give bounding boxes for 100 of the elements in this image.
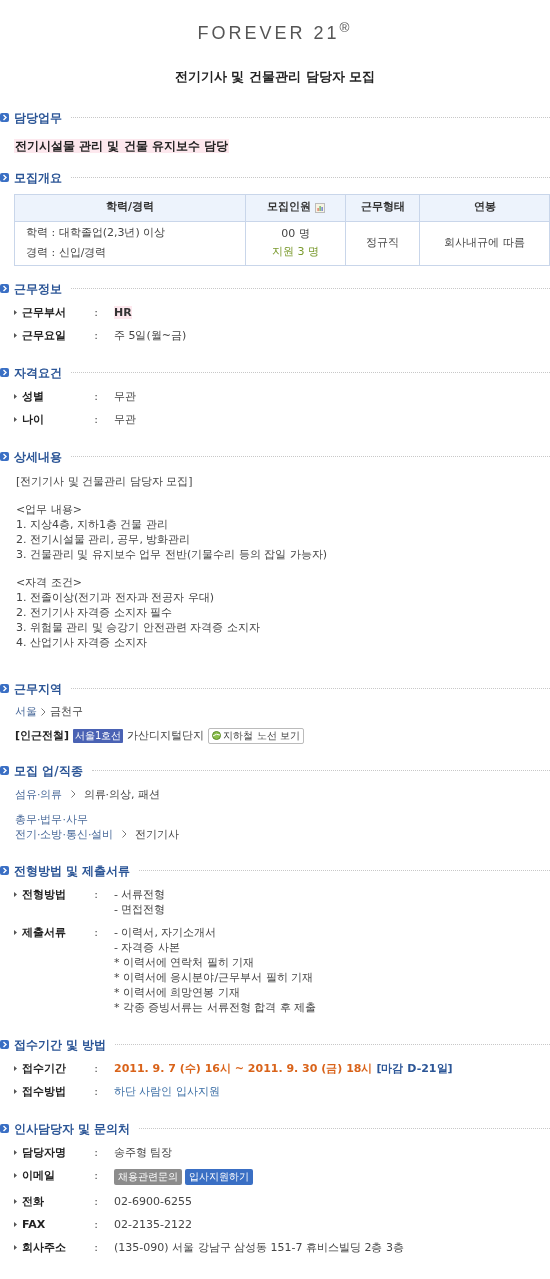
bullet-arrow-icon <box>14 1149 17 1155</box>
section-heading: 상세내용 <box>14 448 62 466</box>
subway-label: [인근전철] <box>15 728 70 743</box>
field-value: (135-090) 서울 강남구 삼성동 151-7 휴비스빌딩 2층 3층 <box>114 1240 404 1254</box>
field-value: 2011. 9. 7 (수) 16시 ~ 2011. 9. 30 (금) 18시 <box>114 1061 373 1075</box>
section-heading: 근무지역 <box>14 680 62 698</box>
field-label: 담당자명 <box>22 1145 66 1159</box>
field-label: 접수방법 <box>22 1084 66 1098</box>
colon: : <box>93 1194 99 1208</box>
apply-link[interactable]: 하단 사람인 입사지원 <box>114 1084 220 1098</box>
field-value: * 이력서에 희망연봉 기재 <box>114 985 241 999</box>
job-title: 전기기사 및 건물관리 담당자 모집 <box>174 68 376 86</box>
detail-line: <자격 조건> <box>16 574 83 590</box>
subway-line-badge: 서울1호선 <box>73 728 124 743</box>
section-heading: 인사담당자 및 문의처 <box>14 1120 131 1138</box>
section-heading: 자격요건 <box>14 364 62 382</box>
detail-line: 1. 지상4층, 지하1층 건물 관리 <box>16 516 169 532</box>
colon: : <box>93 1084 99 1098</box>
colon: : <box>93 412 99 426</box>
bullet-arrow-icon <box>14 1065 17 1071</box>
bullet-arrow-icon <box>14 1244 17 1250</box>
column-title: 연봉 <box>473 199 496 216</box>
bullet-arrow-icon <box>14 1088 17 1094</box>
category-link[interactable]: 섬유·의류 <box>15 786 63 802</box>
brand-logo: FOREVER 21$^{®}$ <box>197 20 353 45</box>
colon: : <box>93 328 99 342</box>
bullet-arrow-icon <box>14 891 17 897</box>
detail-line: [전기기사 및 건물관리 담당자 모집] <box>16 473 194 489</box>
column-title: 학력/경력 <box>106 199 154 216</box>
applicant-count: 지원 3 명 <box>272 244 319 260</box>
field-label: 제출서류 <box>22 925 66 939</box>
chevron-icon <box>41 707 46 716</box>
colon: : <box>93 1145 99 1159</box>
colon: : <box>93 389 99 403</box>
field-value: * 이력서에 연락처 필히 기재 <box>114 955 256 969</box>
station-name: 가산디지털단지 <box>127 728 205 743</box>
detail-line: <업무 내용> <box>16 501 83 517</box>
field-label: 회사주소 <box>22 1240 66 1254</box>
field-label: 근무요일 <box>22 328 66 342</box>
colon: : <box>93 1061 99 1075</box>
field-value: 02-2135-2122 <box>114 1217 192 1231</box>
inquiry-button[interactable]: 채용관련문의 <box>114 1168 182 1185</box>
section-heading: 접수기간 및 방법 <box>14 1036 107 1054</box>
field-value: 무관 <box>114 389 136 403</box>
chart-icon <box>314 202 325 213</box>
chevron-icon <box>70 790 76 798</box>
field-value: 02-6900-6255 <box>114 1194 192 1208</box>
globe-icon <box>212 731 222 740</box>
apply-button[interactable]: 입사지원하기 <box>185 1168 253 1185</box>
colon: : <box>93 887 99 901</box>
bullet-arrow-icon <box>14 416 17 422</box>
section-heading: 전형방법 및 제출서류 <box>14 862 131 880</box>
column-title: 근무형태 <box>360 199 405 216</box>
column-title: 모집인원 <box>266 199 311 216</box>
region-link[interactable]: 서울 <box>15 704 37 719</box>
subcategory-text: 의류·의상, 패션 <box>83 786 160 802</box>
field-label: FAX <box>22 1217 46 1231</box>
field-value: HR <box>114 305 132 319</box>
field-label: 성별 <box>22 389 44 403</box>
bullet-arrow-icon <box>14 309 17 315</box>
category-link[interactable]: 총무·법무·사무 <box>15 811 88 827</box>
subway-map-button[interactable]: 지하철 노선 보기 <box>208 727 304 744</box>
table-cell-text: 회사내규에 따름 <box>444 234 525 251</box>
bullet-arrow-icon <box>14 1198 17 1204</box>
district-text: 금천구 <box>50 704 83 719</box>
field-value: - 서류전형 <box>114 887 166 901</box>
field-value: * 이력서에 응시분야/근무부서 필히 기재 <box>114 970 315 984</box>
field-value: * 각종 증빙서류는 서류전형 합격 후 제출 <box>114 1000 317 1014</box>
field-label: 나이 <box>22 412 44 426</box>
category-link[interactable]: 전기·소방·통신·설비 <box>15 826 114 842</box>
subcategory-text: 전기기사 <box>134 826 179 842</box>
table-cell-text: 정규직 <box>366 234 399 251</box>
field-value: 주 5일(월~금) <box>114 328 187 342</box>
field-value: - 자격증 사본 <box>114 940 181 954</box>
field-label: 전화 <box>22 1194 44 1208</box>
field-label: 이메일 <box>22 1168 55 1182</box>
detail-line: 1. 전졸이상(전기과 전자과 전공자 우대) <box>16 589 216 605</box>
field-label: 접수기간 <box>22 1061 66 1075</box>
colon: : <box>93 925 99 939</box>
bullet-arrow-icon <box>14 393 17 399</box>
bullet-arrow-icon <box>14 332 17 338</box>
duty-text: 전기시설물 관리 및 건물 유지보수 담당 <box>14 138 229 153</box>
section-heading: 근무정보 <box>14 280 62 298</box>
table-cell-text: 학력 : 대학졸업(2,3년) 이상 <box>26 225 167 241</box>
detail-line: 3. 위험물 관리 및 승강기 안전관련 자격증 소지자 <box>16 619 261 635</box>
field-label: 근무부서 <box>22 305 66 319</box>
colon: : <box>93 1240 99 1254</box>
section-heading: 모집 업/직종 <box>14 762 83 780</box>
field-value: - 면접전형 <box>114 902 166 916</box>
detail-line: 4. 산업기사 자격증 소지자 <box>16 634 148 650</box>
field-value: - 이력서, 자기소개서 <box>114 925 218 939</box>
section-heading: 담당업무 <box>14 109 62 127</box>
bullet-arrow-icon <box>14 1172 17 1178</box>
bullet-arrow-icon <box>14 1221 17 1227</box>
detail-line: 2. 전기기사 자격증 소지자 필수 <box>16 604 174 620</box>
detail-line: 2. 전기시설물 관리, 공무, 방화관리 <box>16 531 192 547</box>
table-cell-text: 경력 : 신입/경력 <box>26 244 108 261</box>
section-heading: 모집개요 <box>14 169 62 187</box>
chevron-icon <box>121 830 127 838</box>
colon: : <box>93 1168 99 1182</box>
